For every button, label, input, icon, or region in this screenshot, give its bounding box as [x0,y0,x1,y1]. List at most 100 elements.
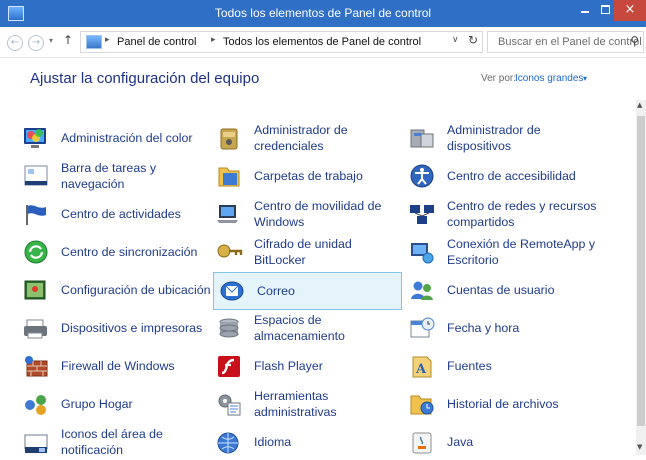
location-settings-icon [24,280,46,300]
breadcrumb-separator-icon[interactable]: ▸ [211,35,216,45]
item-centro-de-accesibilidad[interactable]: Centro de accesibilidad [403,158,591,194]
item-label: Firewall de Windows [61,359,175,373]
scrollbar-thumb[interactable] [637,116,645,426]
item-centro-de-redes[interactable]: Centro de redes y recursos compartidos [403,196,596,232]
close-button[interactable]: × [614,0,646,21]
item-label: Administrador de credenciales [254,123,348,153]
item-centro-de-sincronizacion[interactable]: Centro de sincronización [17,234,205,270]
item-configuracion-de-ubicacion[interactable]: Configuración de ubicación [17,272,210,308]
notification-area-icon [24,434,48,453]
item-label: Cuentas de usuario [447,283,555,297]
item-fuentes[interactable]: A Fuentes [403,348,591,384]
item-label: Administración del color [61,131,193,145]
item-label: Correo [257,284,295,298]
item-centro-de-movilidad[interactable]: Centro de movilidad de Windows [210,196,398,232]
scroll-up-icon[interactable]: ▲ [637,101,642,109]
minimize-button[interactable] [572,0,598,20]
item-label: Idioma [254,435,292,449]
item-carpetas-de-trabajo[interactable]: Carpetas de trabajo [210,158,398,194]
item-iconos-del-area-de-notificacion[interactable]: Iconos del área de notificación [17,424,205,460]
address-dropdown-icon[interactable]: ∨ [452,35,459,45]
network-center-icon [410,205,434,224]
item-centro-de-actividades[interactable]: Centro de actividades [17,196,205,232]
item-herramientas-administrativas[interactable]: Herramientas administrativas [210,386,398,422]
recent-locations-icon[interactable]: ▾ [49,36,53,45]
title-bar: Todos los elementos de Panel de control … [0,0,646,27]
view-by-dropdown[interactable]: Iconos grandes [515,73,583,84]
item-label: Fuentes [447,359,492,373]
file-history-icon [410,395,434,415]
item-label: Carpetas de trabajo [254,169,363,183]
item-firewall-de-windows[interactable]: Firewall de Windows [17,348,205,384]
mobility-center-icon [217,205,238,223]
item-label: Cifrado de unidad BitLocker [254,237,352,267]
homegroup-icon [25,395,46,415]
action-center-flag-icon [26,205,46,225]
item-label: Espacios de almacenamiento [254,313,345,343]
accessibility-icon [410,164,434,188]
item-label: Dispositivos e impresoras [61,321,203,335]
item-dispositivos-e-impresoras[interactable]: Dispositivos e impresoras [17,310,205,346]
scroll-down-icon[interactable]: ▼ [637,443,642,451]
item-label: Administrador de dispositivos [447,123,541,153]
item-espacios-de-almacenamiento[interactable]: Espacios de almacenamiento [210,310,398,346]
item-administracion-del-color[interactable]: Administración del color [17,120,205,156]
view-by-chevron-icon[interactable]: ▾ [583,74,587,83]
item-idioma[interactable]: Idioma [210,424,398,460]
item-grupo-hogar[interactable]: Grupo Hogar [17,386,205,422]
item-label: Centro de movilidad de Windows [254,199,382,229]
maximize-button[interactable] [598,0,614,20]
search-box[interactable]: Buscar en el Panel de control ⚲ [487,31,644,53]
breadcrumb-panel-de-control[interactable]: Panel de control [117,36,197,48]
back-button[interactable]: ← [7,35,23,51]
item-label: Historial de archivos [447,397,559,411]
device-manager-icon [410,129,434,148]
item-label: Centro de sincronización [61,245,198,259]
forward-button[interactable]: → [28,35,44,51]
item-historial-de-archivos[interactable]: Historial de archivos [403,386,591,422]
item-flash-player[interactable]: Flash Player [210,348,398,384]
window-title: Todos los elementos de Panel de control [214,6,432,20]
refresh-icon[interactable]: ↻ [468,33,478,47]
search-input[interactable]: Buscar en el Panel de control [498,36,642,48]
fonts-icon: A [412,356,432,378]
address-bar[interactable]: ▸ Panel de control ▸ Todos los elementos… [80,31,483,53]
java-icon [412,432,432,454]
item-label: Centro de redes y recursos compartidos [447,199,597,229]
item-label: Grupo Hogar [61,397,133,411]
storage-spaces-icon [219,318,239,338]
color-management-icon [24,128,46,148]
up-button[interactable]: ↑ [63,33,73,47]
printer-icon [24,319,47,339]
item-label: Java [447,435,474,449]
control-panel-location-icon [86,35,102,49]
item-barra-de-tareas[interactable]: Barra de tareas y navegación [17,158,205,194]
item-label: Centro de actividades [61,207,181,221]
breadcrumb-todos-los-elementos[interactable]: Todos los elementos de Panel de control [223,36,421,48]
item-label: Conexión de RemoteApp y Escritorio [447,237,596,267]
item-cuentas-de-usuario[interactable]: Cuentas de usuario [403,272,591,308]
work-folders-icon [218,167,240,187]
flash-player-icon [218,356,240,377]
item-cifrado-bitlocker[interactable]: Cifrado de unidad BitLocker [210,234,398,270]
breadcrumb-separator-icon[interactable]: ▸ [105,35,110,45]
taskbar-icon [24,165,48,186]
item-administrador-de-credenciales[interactable]: Administrador de credenciales [210,120,398,156]
bitlocker-key-icon [217,244,243,258]
item-correo[interactable]: Correo [213,272,402,310]
item-java[interactable]: Java [403,424,591,460]
view-by-label: Ver por: [481,73,517,84]
item-label: Iconos del área de notificación [61,427,163,457]
item-conexion-remoteapp[interactable]: Conexión de RemoteApp y Escritorio [403,234,595,270]
date-time-icon [410,317,435,338]
remoteapp-icon [411,243,434,264]
item-label: Barra de tareas y navegación [61,161,157,191]
search-icon[interactable]: ⚲ [630,34,639,48]
admin-tools-icon [218,394,241,416]
navigation-bar: ← → ▾ ↑ ▸ Panel de control ▸ Todos los e… [0,27,646,58]
item-administrador-de-dispositivos[interactable]: Administrador de dispositivos [403,120,591,156]
item-fecha-y-hora[interactable]: Fecha y hora [403,310,591,346]
item-label: Centro de accesibilidad [447,169,576,183]
item-label: Flash Player [254,359,323,373]
mail-icon [220,281,244,301]
